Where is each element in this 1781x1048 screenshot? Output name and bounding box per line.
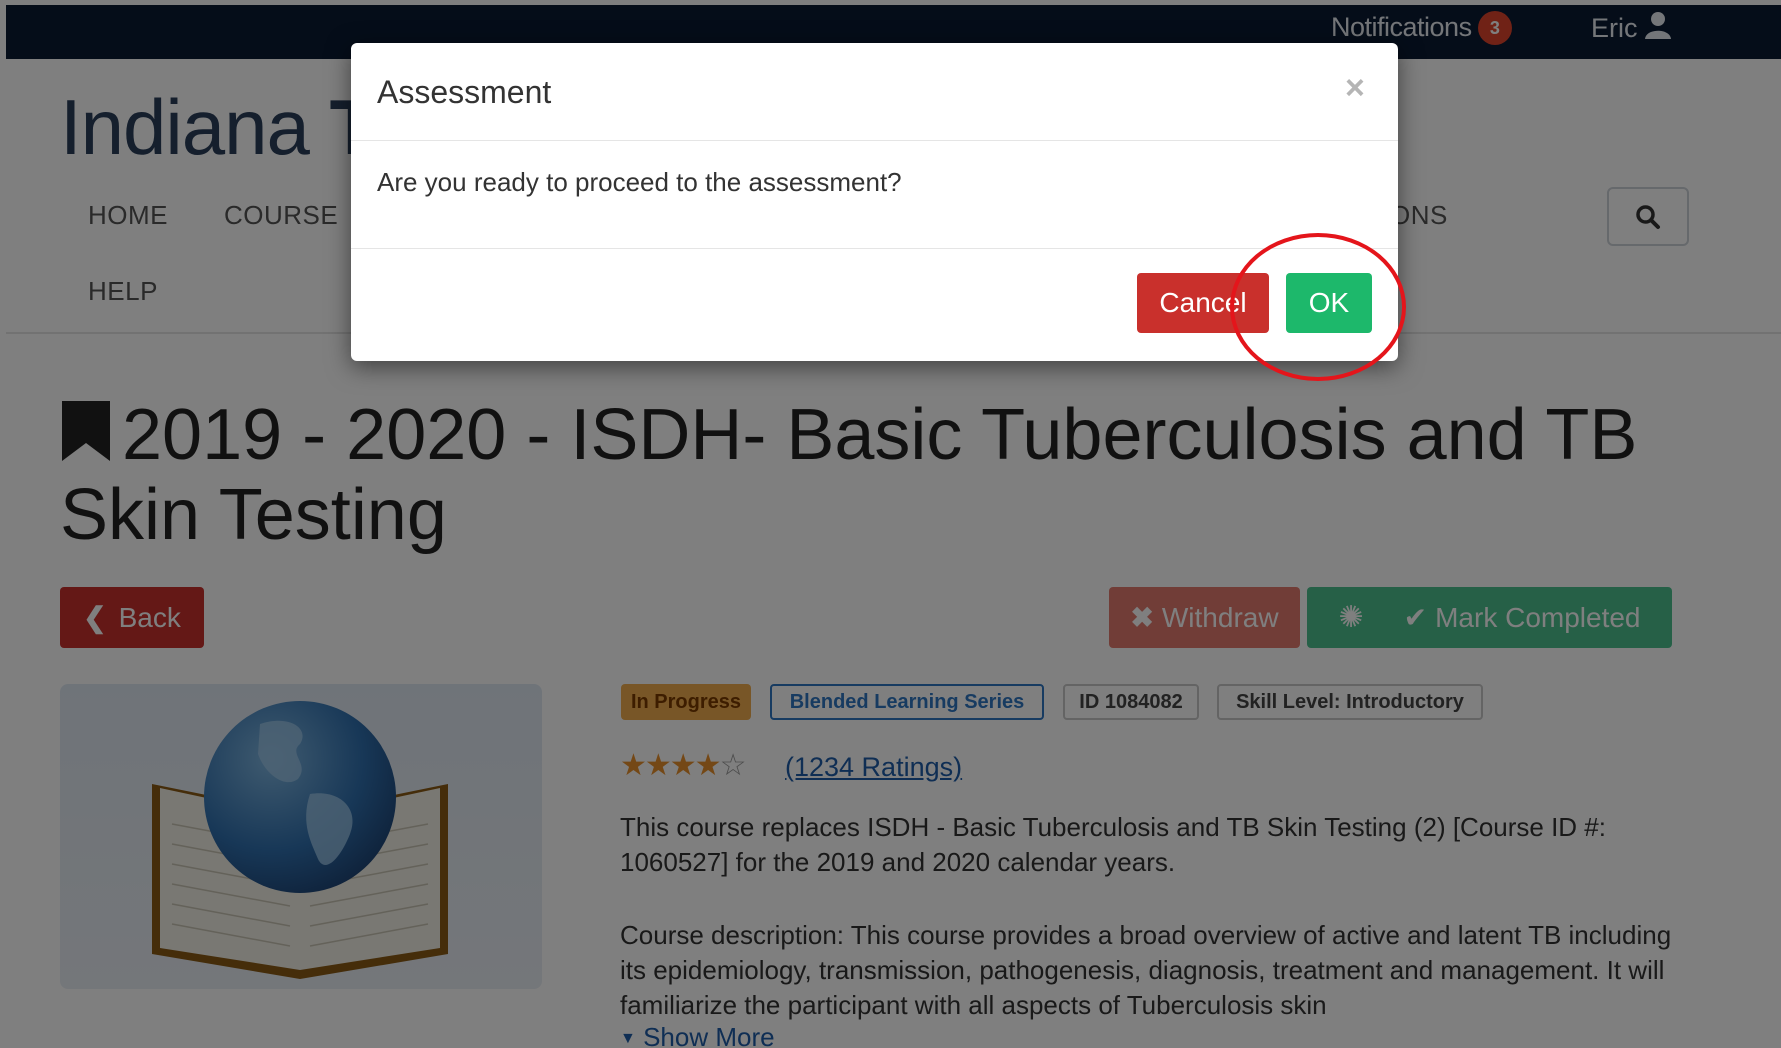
modal-body: Are you ready to proceed to the assessme… (351, 141, 1398, 249)
modal-header: Assessment × (351, 43, 1398, 141)
close-icon[interactable]: × (1345, 69, 1365, 108)
highlight-circle (1230, 233, 1406, 381)
modal-title: Assessment (377, 74, 552, 110)
modal-message: Are you ready to proceed to the assessme… (377, 167, 902, 197)
